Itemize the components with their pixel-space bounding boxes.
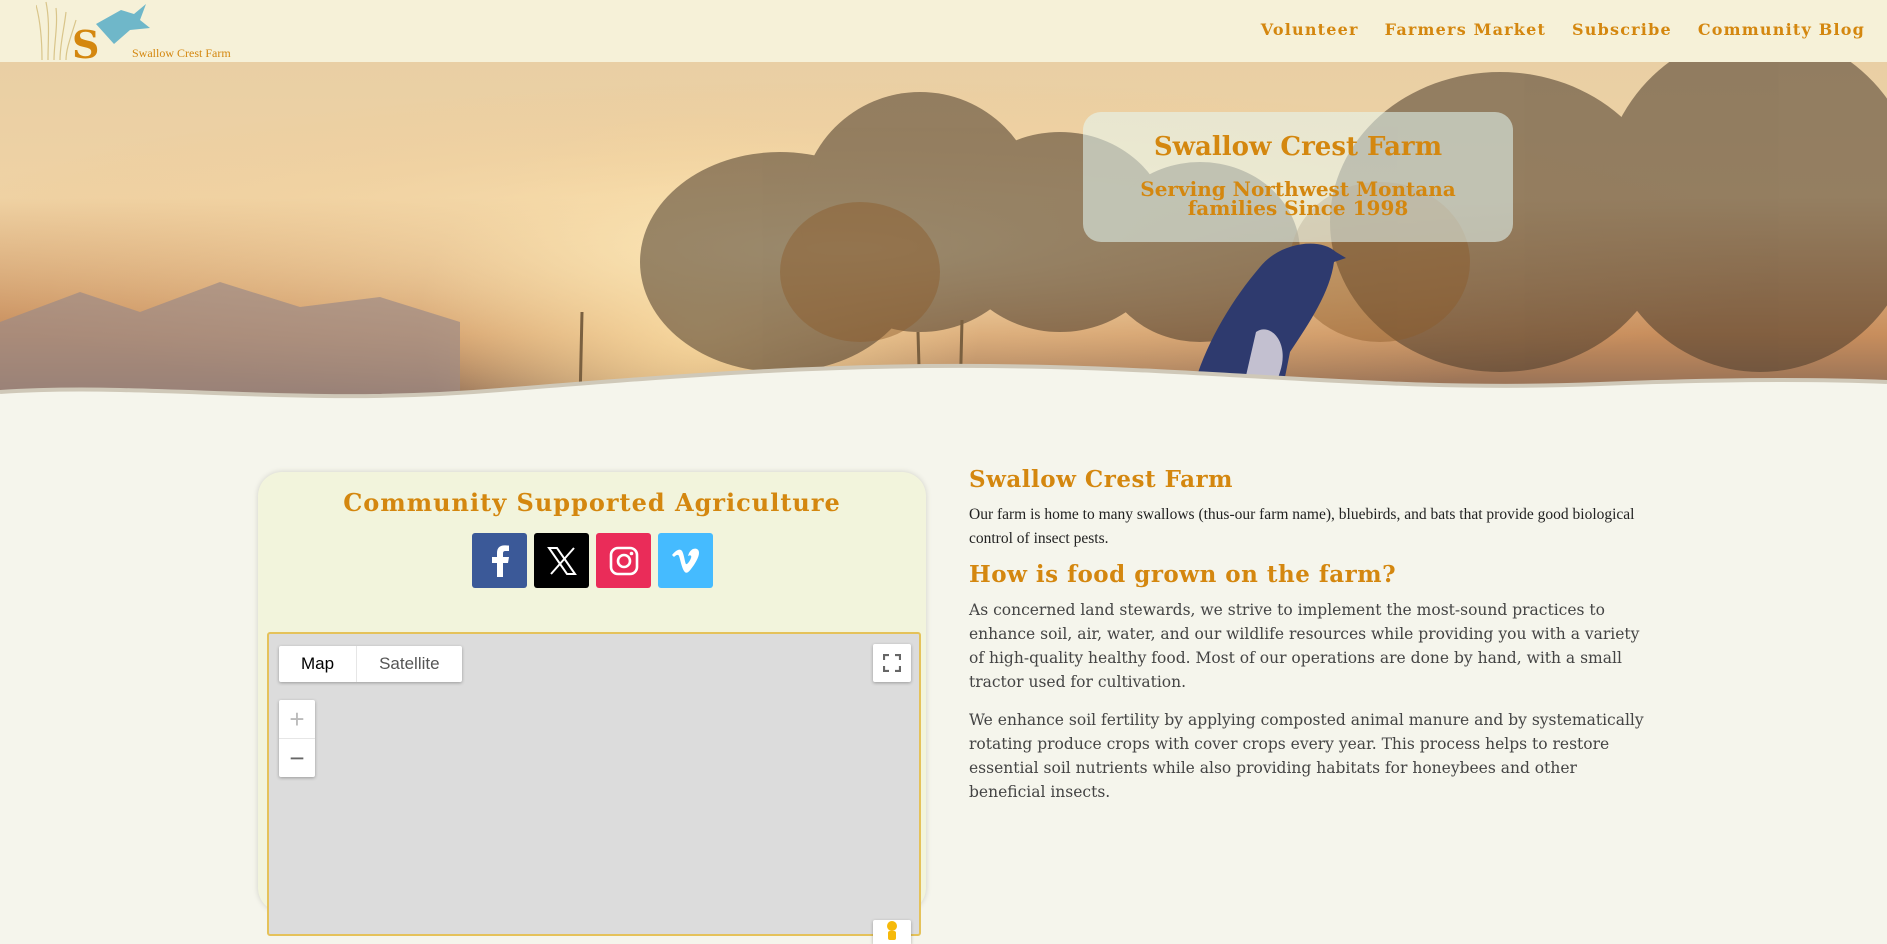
hero-title: Swallow Crest Farm [1153, 132, 1443, 162]
social-links [472, 533, 713, 588]
map-type-control: Map Satellite [279, 646, 462, 682]
fullscreen-icon [883, 654, 901, 672]
street-view-pegman-button[interactable] [873, 920, 911, 944]
logo-text: Swallow Crest Farm [132, 46, 231, 60]
nav-volunteer[interactable]: Volunteer [1261, 20, 1359, 39]
instagram-icon [609, 546, 638, 575]
fullscreen-button[interactable] [873, 644, 911, 682]
hero-card: Swallow Crest Farm Serving Northwest Mon… [1083, 112, 1513, 242]
zoom-out-button[interactable]: − [279, 739, 315, 777]
hero-banner: Swallow Crest Farm Serving Northwest Mon… [0, 62, 1887, 402]
csa-card: Community Supported Agriculture Map Sate… [258, 472, 926, 944]
main-content: Swallow Crest Farm Our farm is home to m… [969, 466, 1649, 818]
google-map[interactable]: Map Satellite + − [267, 632, 921, 944]
paragraph-stewardship: As concerned land stewards, we strive to… [969, 601, 1640, 691]
vimeo-icon [671, 548, 699, 573]
hero-subtitle-line-2: families Since 1998 [1187, 196, 1409, 220]
facebook-icon [491, 544, 509, 577]
farm-intro-text: Our farm is home to many swallows (thus-… [969, 506, 1635, 547]
hero-image [0, 62, 1887, 402]
instagram-button[interactable] [596, 533, 651, 588]
csa-title: Community Supported Agriculture [343, 488, 841, 517]
section-heading-how-grown: How is food grown on the farm? [969, 561, 1397, 588]
pegman-icon [887, 921, 897, 940]
site-logo[interactable]: S Swallow Crest Farm [35, 0, 231, 67]
hero-subtitle: Serving Northwest Montana families Since… [1083, 179, 1513, 220]
facebook-button[interactable] [472, 533, 527, 588]
map-type-satellite-button[interactable]: Satellite [357, 646, 461, 682]
nav-farmers-market[interactable]: Farmers Market [1385, 20, 1546, 39]
vimeo-button[interactable] [658, 533, 713, 588]
nav-subscribe[interactable]: Subscribe [1572, 20, 1672, 39]
main-nav: Volunteer Farmers Market Subscribe Commu… [1261, 20, 1865, 39]
zoom-in-button[interactable]: + [279, 700, 315, 739]
section-heading-farm: Swallow Crest Farm [969, 466, 1233, 493]
zoom-control: + − [279, 700, 315, 777]
paragraph-soil-fertility: We enhance soil fertility by applying co… [969, 711, 1644, 801]
x-button[interactable] [534, 533, 589, 588]
map-type-map-button[interactable]: Map [279, 646, 358, 682]
site-header: S Swallow Crest Farm Volunteer Farmers M… [0, 0, 1887, 67]
svg-text:S: S [72, 22, 99, 62]
nav-community-blog[interactable]: Community Blog [1698, 20, 1865, 39]
x-icon [546, 546, 577, 575]
